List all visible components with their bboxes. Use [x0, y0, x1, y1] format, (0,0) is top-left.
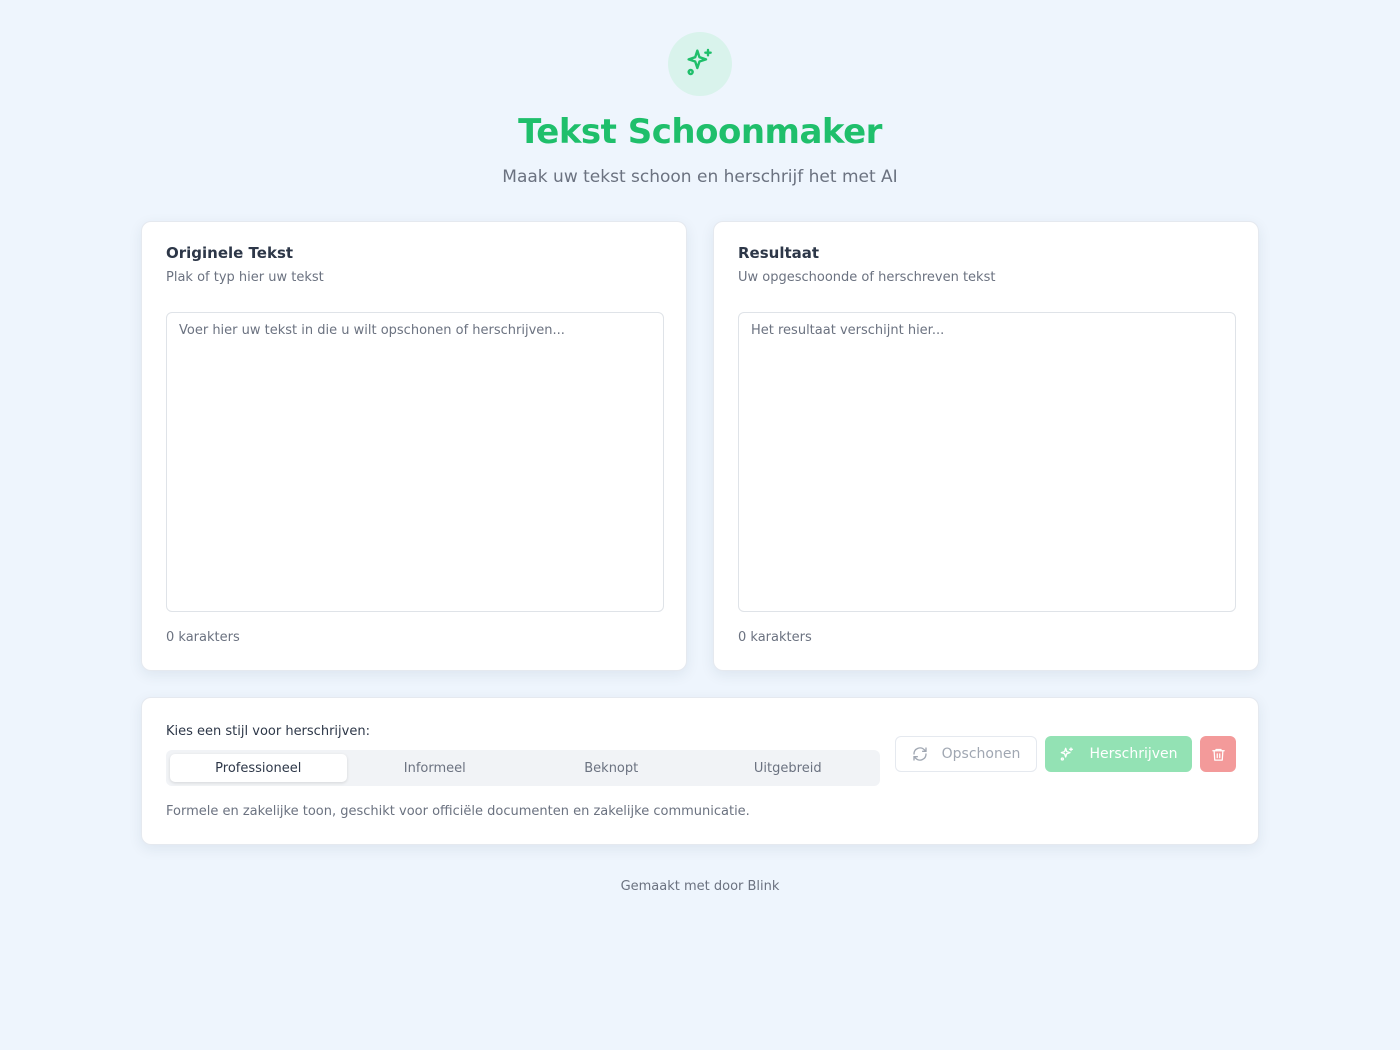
refresh-icon: [912, 746, 928, 762]
style-tab-professioneel[interactable]: Professioneel: [170, 754, 347, 782]
rewrite-button[interactable]: Herschrijven: [1045, 736, 1192, 772]
delete-button[interactable]: [1200, 736, 1236, 772]
style-label: Kies een stijl voor herschrijven:: [166, 724, 370, 739]
result-output[interactable]: [738, 312, 1236, 612]
style-tab-uitgebreid[interactable]: Uitgebreid: [700, 754, 877, 782]
original-text-title: Originele Tekst: [166, 244, 294, 262]
result-card: Resultaat Uw opgeschoonde of herschreven…: [713, 221, 1259, 671]
sparkles-icon: [684, 46, 716, 82]
trash-icon: [1211, 747, 1226, 762]
app-title: Tekst Schoonmaker: [518, 112, 882, 152]
style-description: Formele en zakelijke toon, geschikt voor…: [166, 804, 750, 819]
sparkles-icon: [1059, 746, 1075, 762]
app-subtitle: Maak uw tekst schoon en herschrijf het m…: [502, 167, 898, 187]
clean-button-label: Opschonen: [941, 746, 1021, 762]
clean-button[interactable]: Opschonen: [895, 736, 1037, 772]
controls-card: Kies een stijl voor herschrijven: Profes…: [141, 697, 1259, 845]
original-text-card: Originele Tekst Plak of typ hier uw teks…: [141, 221, 687, 671]
hero-header: Tekst Schoonmaker Maak uw tekst schoon e…: [0, 32, 1400, 188]
style-tabs: Professioneel Informeel Beknopt Uitgebre…: [166, 750, 880, 786]
page: Tekst Schoonmaker Maak uw tekst schoon e…: [0, 0, 1400, 1050]
original-text-description: Plak of typ hier uw tekst: [166, 270, 324, 285]
rewrite-button-label: Herschrijven: [1089, 746, 1178, 762]
footer: Gemaakt met door Blink: [620, 879, 780, 894]
logo: [668, 32, 732, 96]
result-description: Uw opgeschoonde of herschreven tekst: [738, 270, 996, 285]
original-text-input[interactable]: [166, 312, 664, 612]
style-tab-informeel[interactable]: Informeel: [347, 754, 524, 782]
style-tab-beknopt[interactable]: Beknopt: [523, 754, 700, 782]
result-title: Resultaat: [738, 244, 820, 262]
result-char-count: 0 karakters: [738, 630, 812, 645]
original-char-count: 0 karakters: [166, 630, 240, 645]
